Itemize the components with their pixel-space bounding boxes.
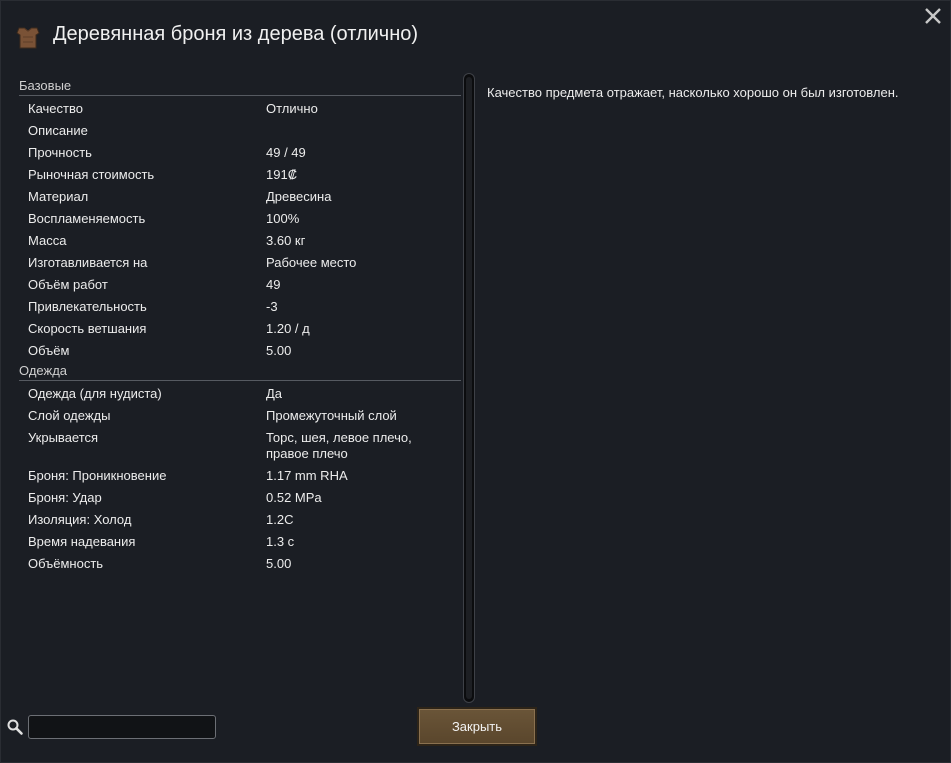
stat-label: Объём: [28, 343, 70, 358]
stat-value: Торс, шея, левое плечо, правое плечо: [266, 430, 412, 461]
stat-row[interactable]: Укрывается Торс, шея, левое плечо, правое…: [19, 427, 461, 465]
stat-value: 1.20 / д: [266, 321, 310, 336]
stat-value: 5.00: [266, 556, 292, 571]
scrollbar-thumb[interactable]: [466, 77, 472, 699]
stat-label: Воспламеняемость: [28, 211, 146, 226]
stat-value: 100%: [266, 211, 300, 226]
stat-row[interactable]: Прочность 49 / 49: [19, 142, 461, 164]
stat-label: Броня: Проникновение: [28, 468, 167, 483]
stat-value: Да: [266, 386, 283, 401]
stat-label: Одежда (для нудиста): [28, 386, 162, 401]
stat-label: Масса: [28, 233, 67, 248]
close-button[interactable]: Закрыть: [417, 707, 537, 746]
stat-value: Отлично: [266, 101, 318, 116]
stat-row[interactable]: Броня: Удар 0.52 MPa: [19, 487, 461, 509]
stat-label: Броня: Удар: [28, 490, 102, 505]
stat-row[interactable]: Описание: [19, 120, 461, 142]
stat-label: Материал: [28, 189, 89, 204]
stats-scrollbar[interactable]: [463, 73, 475, 703]
stats-list: Базовые Качество Отлично Описание Прочность 4…: [19, 77, 461, 575]
stat-row[interactable]: Изготавливается на Рабочее место: [19, 252, 461, 274]
search-icon: [7, 719, 23, 735]
stat-row[interactable]: Слой одежды Промежуточный слой: [19, 405, 461, 427]
stat-row[interactable]: Материал Древесина: [19, 186, 461, 208]
armor-icon: [16, 27, 40, 49]
stat-label: Изготавливается на: [28, 255, 148, 270]
stat-row[interactable]: Время надевания 1.3 с: [19, 531, 461, 553]
stat-row[interactable]: Скорость ветшания 1.20 / д: [19, 318, 461, 340]
stat-row[interactable]: Изоляция: Холод 1.2C: [19, 509, 461, 531]
stat-label: Описание: [28, 123, 88, 138]
stat-label: Время надевания: [28, 534, 136, 549]
dialog-title: Деревянная броня из дерева (отлично): [53, 23, 419, 45]
stat-value: 1.2C: [266, 512, 294, 527]
stat-label: Слой одежды: [28, 408, 111, 423]
stat-label: Скорость ветшания: [28, 321, 147, 336]
item-info-dialog: Деревянная броня из дерева (отлично) Баз…: [0, 0, 951, 763]
stat-row[interactable]: Объём работ 49: [19, 274, 461, 296]
stat-label: Рыночная стоимость: [28, 167, 155, 182]
stat-value: 49: [266, 277, 281, 292]
close-icon[interactable]: [922, 5, 944, 27]
stat-row[interactable]: Рыночная стоимость 191₡: [19, 164, 461, 186]
category-header: Базовые: [19, 77, 461, 96]
stat-row[interactable]: Одежда (для нудиста) Да: [19, 383, 461, 405]
stat-row[interactable]: Воспламеняемость 100%: [19, 208, 461, 230]
stat-label: Изоляция: Холод: [28, 512, 132, 527]
stat-label: Качество: [28, 101, 83, 116]
stat-row[interactable]: Качество Отлично: [19, 98, 461, 120]
stat-label: Привлекательность: [28, 299, 147, 314]
stat-value: -3: [266, 299, 278, 314]
stat-value: 5.00: [266, 343, 292, 358]
category-header: Одежда: [19, 362, 461, 381]
stat-row[interactable]: Масса 3.60 кг: [19, 230, 461, 252]
search-input[interactable]: [28, 715, 216, 739]
stat-value: Рабочее место: [266, 255, 357, 270]
stat-value: 0.52 MPa: [266, 490, 322, 505]
stat-value: Промежуточный слой: [266, 408, 397, 423]
stat-value: Древесина: [266, 189, 332, 204]
stat-row[interactable]: Объёмность 5.00: [19, 553, 461, 575]
stat-row[interactable]: Объём 5.00: [19, 340, 461, 362]
stat-row[interactable]: Броня: Проникновение 1.17 mm RHA: [19, 465, 461, 487]
stat-label: Прочность: [28, 145, 92, 160]
stat-value: 49 / 49: [266, 145, 306, 160]
stat-row[interactable]: Привлекательность -3: [19, 296, 461, 318]
stat-value: 1.17 mm RHA: [266, 468, 348, 483]
stat-value: 3.60 кг: [266, 233, 306, 248]
stat-label: Объёмность: [28, 556, 104, 571]
stat-label: Объём работ: [28, 277, 108, 292]
stat-value: 191₡: [266, 167, 298, 182]
stat-value: 1.3 с: [266, 534, 295, 549]
stat-description: Качество предмета отражает, насколько хо…: [487, 85, 899, 100]
stat-label: Укрывается: [28, 430, 99, 445]
